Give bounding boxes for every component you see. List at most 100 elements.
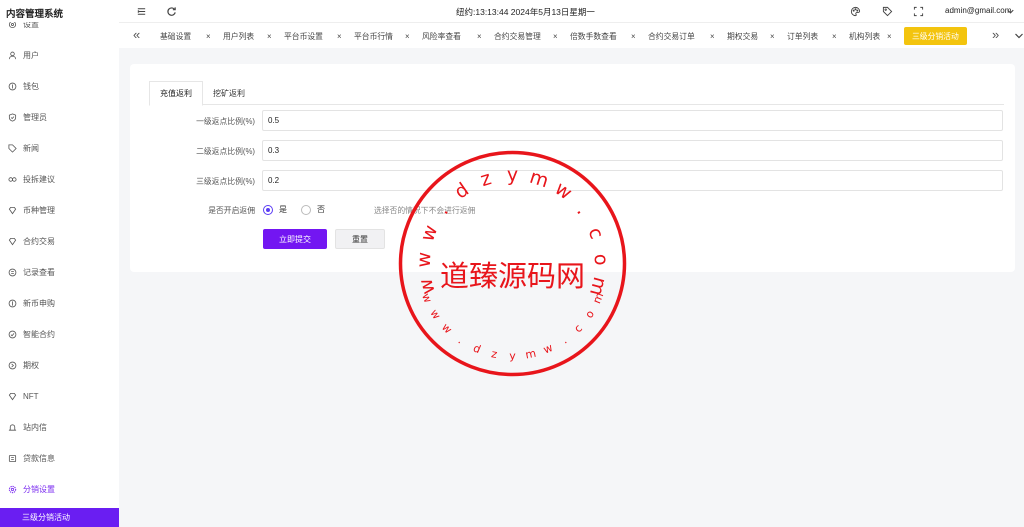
stamp-ring-char: w [414, 276, 439, 297]
rebate-subtabs: 充值返利 挖矿返利 [149, 81, 1004, 106]
tab-label: 期权交易 [727, 31, 759, 41]
close-tab-icon[interactable]: × [710, 27, 715, 45]
sidebar-item-8[interactable]: 记录查看 [0, 261, 119, 283]
tabs-dropdown-icon[interactable] [1014, 30, 1024, 44]
enable-rebate-no-label: 否 [317, 205, 325, 214]
close-tab-icon[interactable]: × [405, 27, 410, 45]
tab-1[interactable]: 用户列表 [223, 27, 254, 45]
sidebar-item-2[interactable]: 钱包 [0, 75, 119, 97]
contract-icon [8, 330, 17, 339]
sidebar-item-14[interactable]: 贷款信息 [0, 447, 119, 469]
enable-rebate-yes-radio[interactable]: 是 [263, 204, 287, 215]
stamp-ring-char: . [559, 334, 569, 347]
tab-9[interactable]: 订单列表 [787, 27, 818, 45]
tab-11[interactable]: 三级分销活动 [904, 27, 967, 45]
close-tab-icon[interactable]: × [631, 27, 636, 45]
sidebar-item-label: 记录查看 [23, 267, 55, 277]
close-tab-icon[interactable]: × [770, 27, 775, 45]
close-tab-icon[interactable]: × [267, 27, 272, 45]
stamp-ring-char: z [490, 347, 498, 361]
sidebar-item-label: 分销设置 [23, 484, 55, 494]
sidebar-item-label: NFT [23, 391, 39, 401]
sidebar-item-label: 管理员 [23, 112, 47, 122]
close-tab-icon[interactable]: × [832, 27, 837, 45]
sidebar-item-11[interactable]: 期权 [0, 354, 119, 376]
user-account-menu[interactable]: admin@gmail.com [945, 6, 1011, 15]
tabs-scroll-left-icon[interactable]: « [133, 28, 140, 42]
tab-label: 基础设置 [160, 31, 192, 41]
tab-0[interactable]: 基础设置 [160, 27, 191, 45]
gear-icon [8, 485, 17, 494]
menu-collapse-icon[interactable] [135, 5, 147, 17]
option-icon [8, 361, 17, 370]
sidebar-item-7[interactable]: 合约交易 [0, 230, 119, 252]
coin-icon [8, 299, 17, 308]
submit-button[interactable]: 立即提交 [263, 229, 327, 249]
sidebar-item-label: 新币申购 [23, 298, 55, 308]
sidebar: 设置 用户 钱包 管理员 新闻 投拆建议 币种管理 合约交易 记录查看 新币申购 智能合约 期权 NFT… [0, 0, 119, 527]
sidebar-item-5[interactable]: 投拆建议 [0, 168, 119, 190]
radio-checked-icon [263, 204, 273, 215]
diamond-icon [8, 206, 17, 215]
tab-label: 倍数手数查看 [570, 31, 617, 41]
tab-8[interactable]: 期权交易 [727, 27, 758, 45]
enable-rebate-hint: 选择否的情况下不会进行返佣 [374, 206, 476, 215]
theme-palette-icon[interactable] [849, 5, 861, 17]
app-title: 内容管理系统 [0, 0, 119, 22]
tab-label: 三级分销活动 [912, 31, 959, 41]
level3-rate-input[interactable] [262, 170, 1003, 191]
refresh-icon[interactable] [165, 5, 177, 17]
sidebar-item-1[interactable]: 用户 [0, 44, 119, 66]
loan-icon [8, 454, 17, 463]
close-tab-icon[interactable]: × [337, 27, 342, 45]
sidebar-item-15[interactable]: 分销设置 [0, 478, 119, 500]
radio-unchecked-icon [301, 204, 311, 215]
stamp-ring-char: c [571, 322, 585, 335]
reset-button[interactable]: 重置 [335, 229, 385, 249]
topbar: 纽约:13:13:44 2024年5月13日星期一 admin@gmail.co… [119, 0, 1024, 22]
tab-2[interactable]: 平台币设置 [284, 27, 323, 45]
stamp-ring-char: w [427, 307, 443, 322]
tab-3[interactable]: 平台币行情 [354, 27, 393, 45]
stamp-ring-char: m [590, 291, 606, 306]
stamp-ring-char: m [585, 275, 611, 299]
sidebar-item-label: 币种管理 [23, 205, 55, 215]
tab-label: 用户列表 [223, 31, 255, 41]
tab-7[interactable]: 合约交易订单 [648, 27, 695, 45]
enable-rebate-no-radio[interactable]: 否 [301, 204, 325, 215]
tabs-bar: « 基础设置 × 用户列表 × 平台币设置 × 平台币行情 × 风险率查看 × 合约交易管理 × 倍数手… [119, 22, 1024, 48]
stamp-ring-char: o [583, 308, 598, 321]
stamp-ring-char: m [524, 347, 537, 362]
close-tab-icon[interactable]: × [477, 27, 482, 45]
clock-text: 纽约:13:13:44 2024年5月13日星期一 [456, 7, 595, 17]
level1-rate-input[interactable] [262, 110, 1003, 131]
sidebar-item-13[interactable]: 站内信 [0, 416, 119, 438]
subtab-recharge-rebate[interactable]: 充值返利 [149, 81, 203, 106]
close-tab-icon[interactable]: × [206, 27, 211, 45]
chevron-down-icon[interactable] [1004, 5, 1016, 17]
shield-icon [8, 112, 17, 122]
tabs-scroll-right-icon[interactable]: » [992, 28, 999, 42]
tag-icon[interactable] [881, 5, 893, 17]
tab-6[interactable]: 倍数手数查看 [570, 27, 617, 45]
close-tab-icon[interactable]: × [887, 27, 892, 45]
tab-4[interactable]: 风险率查看 [422, 27, 461, 45]
sidebar-item-12[interactable]: NFT [0, 385, 119, 407]
subtab-mining-rebate[interactable]: 挖矿返利 [213, 81, 245, 105]
close-tab-icon[interactable]: × [553, 27, 558, 45]
sidebar-item-4[interactable]: 新闻 [0, 137, 119, 159]
sidebar-item-label: 智能合约 [23, 329, 55, 339]
enable-rebate-yes-label: 是 [279, 205, 287, 214]
sidebar-subitem-three-level-distribution[interactable]: 三级分销活动 [0, 508, 119, 527]
sidebar-item-label: 合约交易 [23, 236, 55, 246]
tab-10[interactable]: 机构列表 [849, 27, 880, 45]
tab-5[interactable]: 合约交易管理 [494, 27, 541, 45]
tab-label: 平台币行情 [354, 31, 393, 41]
nft-icon [8, 392, 17, 401]
sidebar-item-6[interactable]: 币种管理 [0, 199, 119, 221]
fullscreen-icon[interactable] [912, 5, 924, 17]
sidebar-item-3[interactable]: 管理员 [0, 106, 119, 128]
sidebar-item-9[interactable]: 新币申购 [0, 292, 119, 314]
level2-rate-input[interactable] [262, 140, 1003, 161]
sidebar-item-10[interactable]: 智能合约 [0, 323, 119, 345]
